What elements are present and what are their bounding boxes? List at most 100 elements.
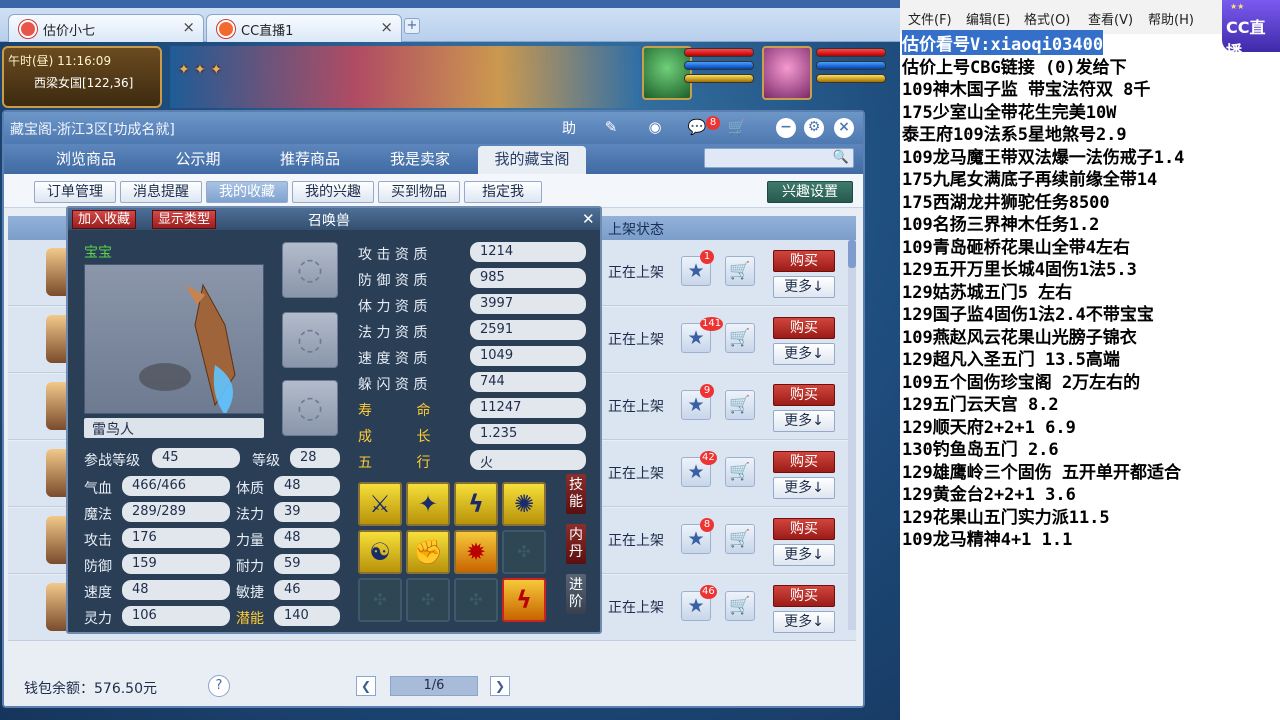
interests-button[interactable]: 我的兴趣	[292, 181, 374, 203]
pet-status-bars	[684, 48, 754, 87]
logo-caption: ★★	[1230, 2, 1245, 11]
cart-icon[interactable]: 🛒	[726, 118, 748, 138]
notepad-line: 129雄鹰岭三个固伤 五开单开都适合	[902, 462, 1181, 483]
aptitude-value: 985	[470, 268, 586, 288]
item-status: 正在上架	[608, 600, 664, 616]
aptitude-label: 体 力 资 质	[358, 299, 428, 315]
stat-label: 魔法	[84, 507, 112, 523]
life-label: 寿 命	[358, 403, 431, 419]
favorites-button[interactable]: 我的收藏	[206, 181, 288, 203]
browser-tab-2[interactable]: CC直播1 ×	[206, 14, 402, 42]
banner-decoration: ✦ ✦ ✦	[178, 62, 223, 78]
show-type-button[interactable]: 显示类型	[152, 210, 217, 229]
thunder-skill-icon[interactable]: ϟ	[502, 578, 546, 622]
lightning-skill-icon[interactable]: ϟ	[454, 482, 498, 526]
minimap-panel[interactable]: 午时(昼) 11:16:09 西梁女国[122,36]	[2, 46, 162, 108]
buy-button[interactable]: 购买	[773, 518, 835, 540]
buy-button[interactable]: 购买	[773, 250, 835, 272]
more-button[interactable]: 更多↓	[773, 410, 835, 432]
buy-button[interactable]: 购买	[773, 585, 835, 607]
fire-skill-icon[interactable]: ✹	[454, 530, 498, 574]
skills-tab[interactable]: 技能	[566, 474, 586, 514]
status-column-header: 上架状态	[608, 222, 664, 238]
minimize-button[interactable]: −	[776, 118, 796, 138]
scrollbar-thumb[interactable]	[848, 240, 856, 268]
more-button[interactable]: 更多↓	[773, 611, 835, 633]
mind-skill-icon[interactable]: ☯	[358, 530, 402, 574]
menu-format[interactable]: 格式(O)	[1024, 9, 1070, 28]
settings-button[interactable]: ⚙	[804, 118, 824, 138]
equipment-slot-icon[interactable]: ◌	[282, 312, 338, 368]
more-button[interactable]: 更多↓	[773, 276, 835, 298]
cart-icon[interactable]: 🛒	[725, 591, 755, 621]
tab-recommended[interactable]: 推荐商品	[260, 146, 360, 174]
help-button[interactable]: ?	[208, 675, 230, 697]
close-icon[interactable]: ×	[380, 18, 393, 36]
browser-tab-1[interactable]: 估价小七 ×	[8, 14, 204, 42]
sparkle-skill-icon[interactable]: ✺	[502, 482, 546, 526]
aptitude-label: 防 御 资 质	[358, 273, 428, 289]
new-tab-button[interactable]: +	[404, 18, 420, 34]
stop-icon[interactable]: ◉	[644, 118, 666, 138]
tab-my-pavilion[interactable]: 我的藏宝阁	[478, 146, 586, 174]
cc-live-logo: ★★ CC直播	[1222, 0, 1280, 61]
tab-public[interactable]: 公示期	[148, 146, 248, 174]
muscle-skill-icon[interactable]: ✊	[406, 530, 450, 574]
orders-button[interactable]: 订单管理	[34, 181, 116, 203]
inner-core-tab[interactable]: 内丹	[566, 524, 586, 564]
stat-value: 106	[122, 606, 230, 626]
tab-seller[interactable]: 我是卖家	[370, 146, 470, 174]
prev-page-button[interactable]: ❮	[356, 676, 376, 696]
purchased-button[interactable]: 买到物品	[378, 181, 460, 203]
wing-skill-icon[interactable]: ✦	[406, 482, 450, 526]
menu-help[interactable]: 帮助(H)	[1148, 9, 1194, 28]
next-page-button[interactable]: ❯	[490, 676, 510, 696]
equipment-slot-icon[interactable]: ◌	[282, 380, 338, 436]
menu-edit[interactable]: 编辑(E)	[966, 9, 1010, 28]
growth-value: 1.235	[470, 424, 586, 444]
cart-icon[interactable]: 🛒	[725, 323, 755, 353]
buy-button[interactable]: 购买	[773, 384, 835, 406]
interest-settings-button[interactable]: 兴趣设置	[767, 181, 853, 203]
aptitude-label: 法 力 资 质	[358, 325, 428, 341]
main-nav: 浏览商品 公示期 推荐商品 我是卖家 我的藏宝阁 🔍	[4, 144, 863, 174]
aptitude-value: 1214	[470, 242, 586, 262]
notepad-line: 109龙马魔王带双法爆一法伤戒子1.4	[902, 147, 1185, 168]
growth-label: 成 长	[358, 429, 431, 445]
message-icon[interactable]: 💬	[686, 118, 708, 138]
menu-view[interactable]: 查看(V)	[1088, 9, 1133, 28]
aptitude-label: 攻 击 资 质	[358, 247, 428, 263]
tab-favicon-icon	[217, 20, 235, 38]
aptitude-label: 躲 闪 资 质	[358, 377, 428, 393]
stat-label: 攻击	[84, 533, 112, 549]
more-button[interactable]: 更多↓	[773, 544, 835, 566]
search-icon[interactable]: 🔍	[833, 150, 849, 165]
popup-title: 召唤兽	[308, 213, 350, 229]
more-button[interactable]: 更多↓	[773, 343, 835, 365]
cart-icon[interactable]: 🛒	[725, 457, 755, 487]
list-scrollbar[interactable]	[848, 240, 856, 630]
help-icon[interactable]: 助	[558, 118, 580, 138]
stat-label: 体质	[236, 481, 264, 497]
equipment-slot-icon[interactable]: ◌	[282, 242, 338, 298]
search-input[interactable]: 🔍	[704, 148, 854, 168]
add-favorite-button[interactable]: 加入收藏	[72, 210, 137, 229]
tab-browse[interactable]: 浏览商品	[36, 146, 136, 174]
claw-skill-icon[interactable]: ⚔	[358, 482, 402, 526]
menu-file[interactable]: 文件(F)	[908, 9, 952, 28]
buy-button[interactable]: 购买	[773, 451, 835, 473]
edit-icon[interactable]: ✎	[600, 118, 622, 138]
cart-icon[interactable]: 🛒	[725, 390, 755, 420]
notifications-button[interactable]: 消息提醒	[120, 181, 202, 203]
close-button[interactable]: ×	[834, 118, 854, 138]
close-icon[interactable]: ×	[182, 18, 195, 36]
cart-icon[interactable]: 🛒	[725, 256, 755, 286]
buy-button[interactable]: 购买	[773, 317, 835, 339]
player-avatar[interactable]	[762, 46, 812, 100]
assigned-button[interactable]: 指定我	[464, 181, 542, 203]
life-value: 11247	[470, 398, 586, 418]
more-button[interactable]: 更多↓	[773, 477, 835, 499]
cart-icon[interactable]: 🛒	[725, 524, 755, 554]
close-icon[interactable]: ✕	[582, 210, 595, 228]
advance-tab[interactable]: 进阶	[566, 574, 586, 614]
